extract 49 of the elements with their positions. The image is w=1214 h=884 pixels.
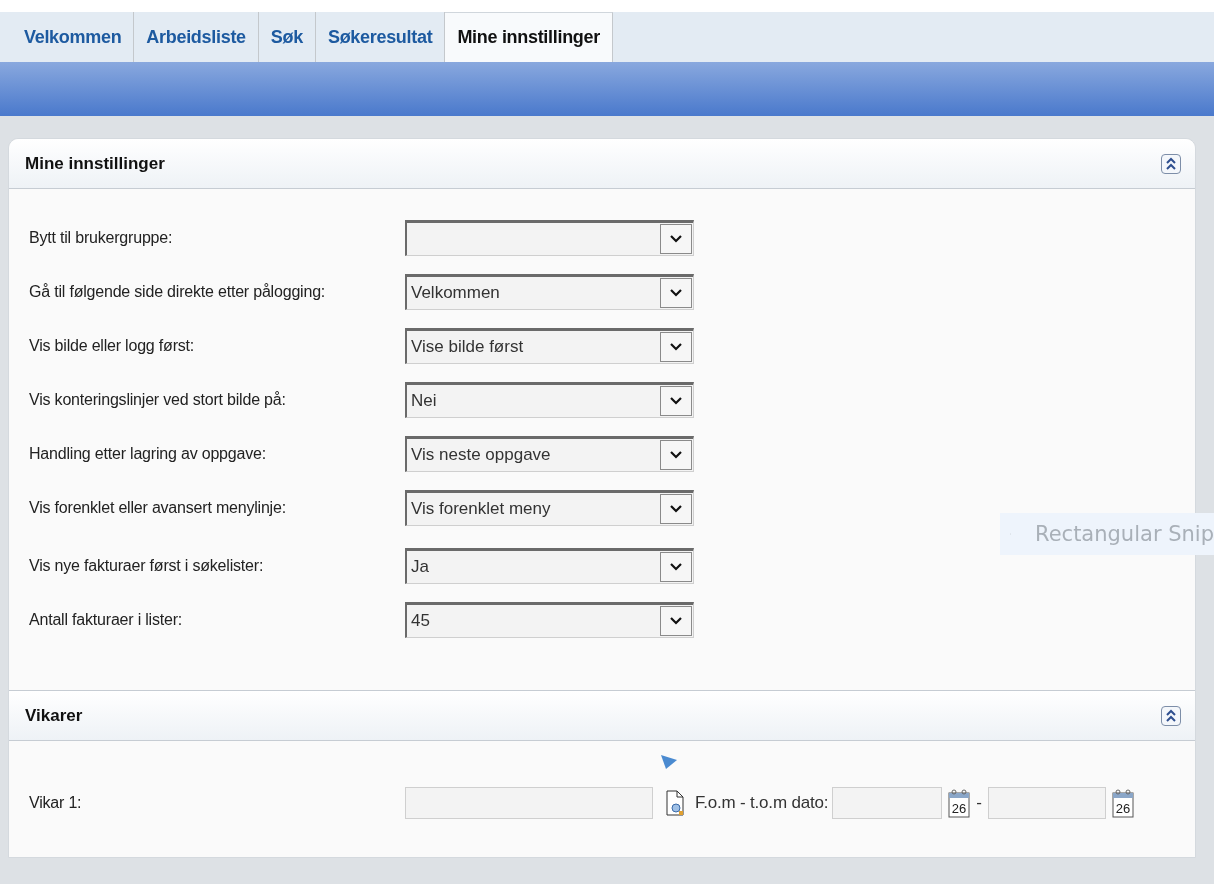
setting-label: Vis forenklet eller avansert menylinje: xyxy=(29,499,287,517)
chevron-down-icon xyxy=(669,234,683,244)
chevron-down-icon xyxy=(669,342,683,352)
document-search-icon xyxy=(665,789,685,817)
chevron-down-icon xyxy=(669,396,683,406)
dropdown-arrow-button[interactable] xyxy=(660,494,692,524)
dropdown[interactable]: Vis neste oppgave xyxy=(405,436,694,472)
triangle-icon xyxy=(661,755,677,769)
dropdown-arrow-button[interactable] xyxy=(660,386,692,416)
setting-label: Vis bilde eller logg først: xyxy=(29,337,196,355)
dropdown[interactable]: Velkommen xyxy=(405,274,694,310)
dropdown-arrow-button[interactable] xyxy=(660,440,692,470)
dropdown[interactable]: Ja xyxy=(405,548,694,584)
dropdown[interactable] xyxy=(405,220,694,256)
date-field[interactable] xyxy=(987,787,1106,819)
dropdown-arrow-button[interactable] xyxy=(660,332,692,362)
setting-label: Bytt til brukergruppe: xyxy=(29,229,174,247)
chevron-down-icon xyxy=(669,504,683,514)
dropdown-arrow-button[interactable] xyxy=(660,552,692,582)
setting-label: Handling etter lagring av oppgave: xyxy=(29,445,267,463)
setting-label: Gå til følgende side direkte etter pålogging: xyxy=(29,283,327,301)
setting-label: Antall fakturaer i lister: xyxy=(29,611,184,629)
setting-label: Vis konteringslinjer ved stort bilde på: xyxy=(29,391,287,409)
double-chevron-icon xyxy=(1165,708,1177,723)
input-field[interactable] xyxy=(405,787,653,819)
dropdown-arrow-button[interactable] xyxy=(660,278,692,308)
dropdown[interactable]: Vis forenklet meny xyxy=(405,490,694,526)
tooltip-text: Rectangular Snip xyxy=(1035,522,1214,546)
dropdown-arrow-button[interactable] xyxy=(660,224,692,254)
collapse-button[interactable] xyxy=(1161,153,1181,174)
panel-title: Vikarer xyxy=(25,705,83,726)
lookup-button[interactable] xyxy=(665,789,685,817)
collapse-button[interactable] xyxy=(1161,705,1181,726)
date-range-label: F.o.m - t.o.m dato: xyxy=(695,793,829,813)
dropdown[interactable]: Vise bilde først xyxy=(405,328,694,364)
range-dash: - xyxy=(976,793,982,813)
chevron-down-icon xyxy=(669,616,683,626)
double-chevron-icon xyxy=(1165,156,1177,171)
panel-title: Mine innstillinger xyxy=(25,153,165,174)
dropdown-arrow-button[interactable] xyxy=(660,606,692,636)
date-field[interactable] xyxy=(832,787,943,819)
chevron-down-icon xyxy=(669,450,683,460)
dropdown[interactable]: 45 xyxy=(405,602,694,638)
dropdown[interactable]: Nei xyxy=(405,382,694,418)
chevron-down-icon xyxy=(669,288,683,298)
tab[interactable]: Mine innstillinger xyxy=(445,12,613,62)
chevron-down-icon xyxy=(669,562,683,572)
setting-label: Vis nye fakturaer først i søkelister: xyxy=(29,557,265,575)
substitute-label: Vikar 1: xyxy=(29,794,83,812)
